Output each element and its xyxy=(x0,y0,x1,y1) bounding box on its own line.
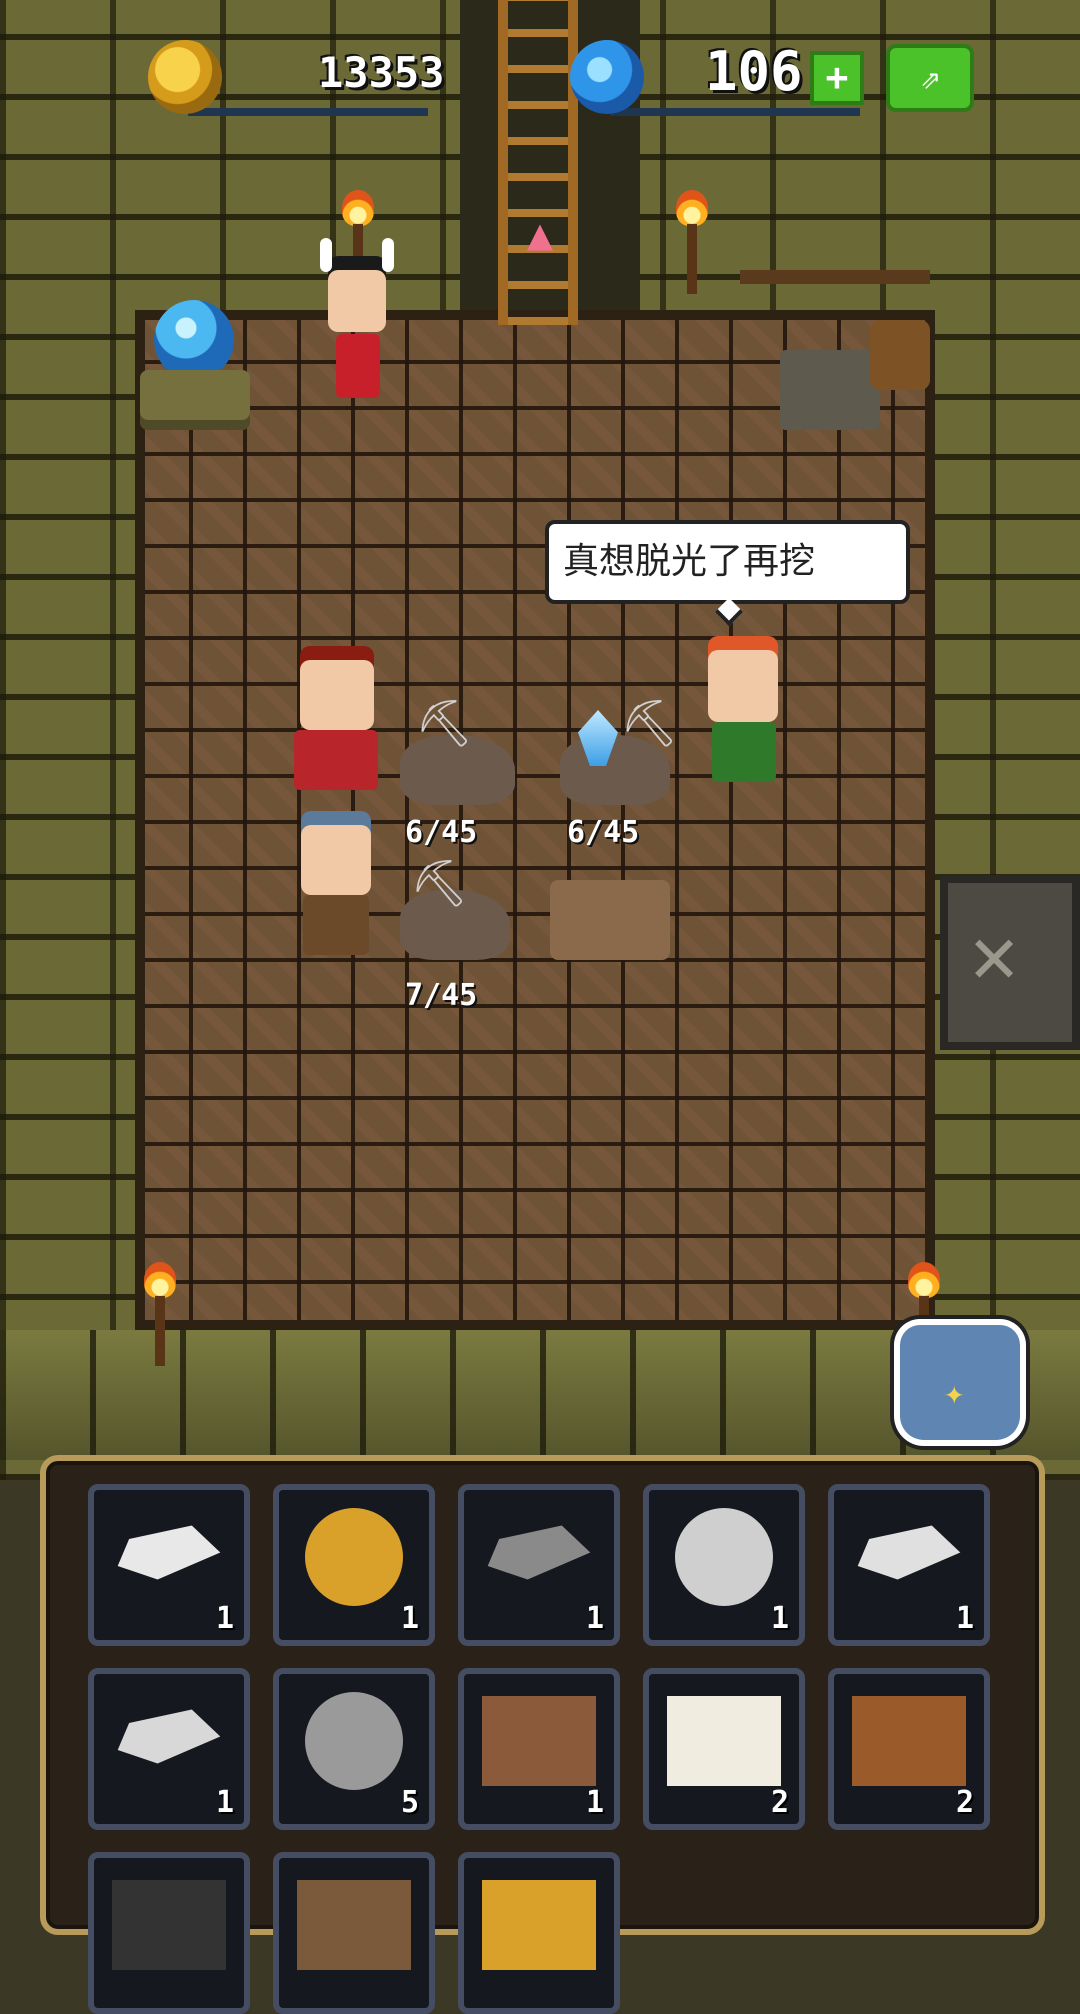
miner-orange-hair[interactable] xyxy=(690,640,800,800)
backpack-button[interactable]: ✦ xyxy=(900,1325,1020,1440)
star-icon: ✦ xyxy=(944,1373,965,1413)
silver-bar-icon xyxy=(857,1525,961,1580)
crystal-orb-icon xyxy=(154,300,234,380)
inventory-slot[interactable]: 1 xyxy=(88,1668,250,1830)
item-count: 1 xyxy=(215,1601,234,1636)
item-count: 1 xyxy=(955,1601,974,1636)
blue-gem-icon xyxy=(570,40,644,114)
torch-icon xyxy=(138,1262,182,1372)
gold-bar xyxy=(188,108,428,116)
speech-bubble: 真想脱光了再挖 xyxy=(545,520,910,604)
tool-rack[interactable] xyxy=(740,230,940,490)
item-count: 1 xyxy=(585,1785,604,1820)
gem-bar xyxy=(610,108,860,116)
wooden-table[interactable] xyxy=(550,880,670,960)
stone-icon xyxy=(305,1692,403,1790)
coal-icon xyxy=(112,1880,226,1970)
inventory-slot[interactable]: 5 xyxy=(273,1668,435,1830)
miner-red-hair[interactable] xyxy=(280,650,400,800)
item-count: 1 xyxy=(400,1601,419,1636)
inventory-slot[interactable] xyxy=(88,1852,250,2014)
gold-coin-icon xyxy=(148,40,222,114)
item-count: 2 xyxy=(955,1785,974,1820)
ore-icon xyxy=(297,1880,411,1970)
miner-goggles[interactable] xyxy=(285,815,395,975)
bunny-ears-icon xyxy=(320,238,332,272)
crystal-orb-stand[interactable] xyxy=(140,300,250,440)
share-button[interactable]: ⇗ xyxy=(890,48,970,108)
anvil-icon xyxy=(780,350,880,430)
inventory-slot[interactable] xyxy=(273,1852,435,2014)
iron-ingot-icon xyxy=(487,1525,591,1580)
inventory-slot[interactable] xyxy=(458,1852,620,2014)
item-count: 5 xyxy=(400,1785,419,1820)
bunny-girl-npc[interactable] xyxy=(300,238,410,430)
silver-ingot-icon xyxy=(117,1525,221,1580)
door-chain-icon: ✕ xyxy=(970,908,1019,1001)
inventory-slot[interactable]: 1 xyxy=(88,1484,250,1646)
gold-counter: 13353 xyxy=(148,40,448,120)
torch-icon xyxy=(670,190,714,300)
inventory-slot[interactable]: 2 xyxy=(828,1668,990,1830)
pickaxe-icon: ⛏ xyxy=(410,856,469,910)
item-count: 1 xyxy=(215,1785,234,1820)
item-count: 1 xyxy=(770,1601,789,1636)
iron-door[interactable]: ✕ xyxy=(940,875,1080,1050)
mining-progress: 6/45 xyxy=(405,815,478,850)
gold-amount: 13353 xyxy=(318,48,445,97)
bone-icon xyxy=(667,1696,781,1786)
exit-ladder[interactable] xyxy=(498,0,578,325)
up-arrow-icon[interactable]: ▲ xyxy=(520,213,560,257)
wood-log-icon xyxy=(852,1696,966,1786)
inventory-slot[interactable]: 1 xyxy=(828,1484,990,1646)
gold-nugget-icon xyxy=(482,1880,596,1970)
mining-progress: 7/45 xyxy=(405,978,478,1013)
clay-icon xyxy=(482,1696,596,1786)
add-gems-button[interactable]: + xyxy=(814,55,860,101)
silver-ore-icon xyxy=(117,1709,221,1764)
pickaxe-icon: ⛏ xyxy=(415,696,474,750)
inventory-slot[interactable]: 1 xyxy=(458,1668,620,1830)
silver-coin-icon xyxy=(675,1508,773,1606)
item-count: 2 xyxy=(770,1785,789,1820)
gold-coin-icon xyxy=(305,1508,403,1606)
mining-progress: 6/45 xyxy=(567,815,640,850)
inventory-slot[interactable]: 1 xyxy=(643,1484,805,1646)
gem-amount: 106 xyxy=(705,40,803,103)
pickaxe-icon: ⛏ xyxy=(620,696,679,750)
inventory-slot[interactable]: 1 xyxy=(273,1484,435,1646)
item-count: 1 xyxy=(585,1601,604,1636)
inventory-slot[interactable]: 2 xyxy=(643,1668,805,1830)
barrel-icon xyxy=(870,320,930,390)
inventory-slot[interactable]: 1 xyxy=(458,1484,620,1646)
